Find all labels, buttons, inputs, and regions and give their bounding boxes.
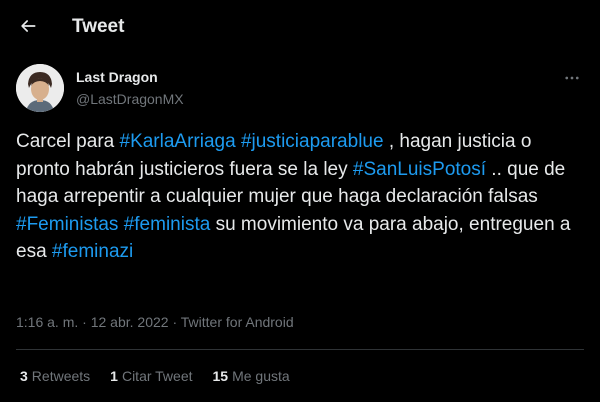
quote-tweets-count: 1 [110, 368, 118, 384]
avatar[interactable] [16, 64, 64, 112]
likes-label: Me gusta [232, 368, 290, 384]
hashtag-link[interactable]: #feminista [124, 214, 211, 235]
tweet-meta: 1:16 a. m. · 12 abr. 2022 · Twitter for … [16, 314, 294, 330]
tweet-time[interactable]: 1:16 a. m. [16, 314, 78, 330]
quote-tweets-stat[interactable]: 1 Citar Tweet [110, 368, 192, 384]
back-button[interactable] [12, 10, 44, 42]
avatar-portrait-icon [16, 64, 64, 112]
retweets-label: Retweets [31, 368, 91, 384]
divider [16, 349, 584, 350]
tweet-text-segment: Carcel para [16, 131, 120, 152]
meta-separator: · [82, 314, 87, 330]
quote-tweets-label: Citar Tweet [121, 368, 193, 384]
tweet-text: Carcel para #KarlaArriaga #justiciaparab… [16, 128, 584, 266]
more-horizontal-icon [565, 76, 579, 80]
hashtag-link[interactable]: #Feministas [16, 214, 118, 235]
arrow-left-icon [21, 20, 36, 32]
hashtag-link[interactable]: #justiciaparablue [241, 131, 384, 152]
retweets-stat[interactable]: 3 Retweets [20, 368, 90, 384]
tweet-stats: 3 Retweets 1 Citar Tweet 15 Me gusta [20, 368, 310, 384]
top-bar: Tweet [0, 0, 600, 53]
hashtag-link[interactable]: #KarlaArriaga [120, 131, 236, 152]
likes-count: 15 [212, 368, 229, 384]
author-display-name[interactable]: Last Dragon [76, 69, 158, 85]
hashtag-link[interactable]: #feminazi [52, 241, 133, 262]
meta-separator: · [172, 314, 178, 330]
likes-stat[interactable]: 15 Me gusta [213, 368, 290, 384]
retweets-count: 3 [20, 368, 28, 384]
author-handle[interactable]: @LastDragonMX [76, 91, 184, 107]
hashtag-link[interactable]: #SanLuisPotosí [353, 159, 486, 180]
page-title: Tweet [72, 16, 125, 37]
more-options-button[interactable] [560, 66, 584, 90]
tweet-source[interactable]: Twitter for Android [181, 314, 294, 330]
tweet-date[interactable]: 12 abr. 2022 [91, 314, 169, 330]
